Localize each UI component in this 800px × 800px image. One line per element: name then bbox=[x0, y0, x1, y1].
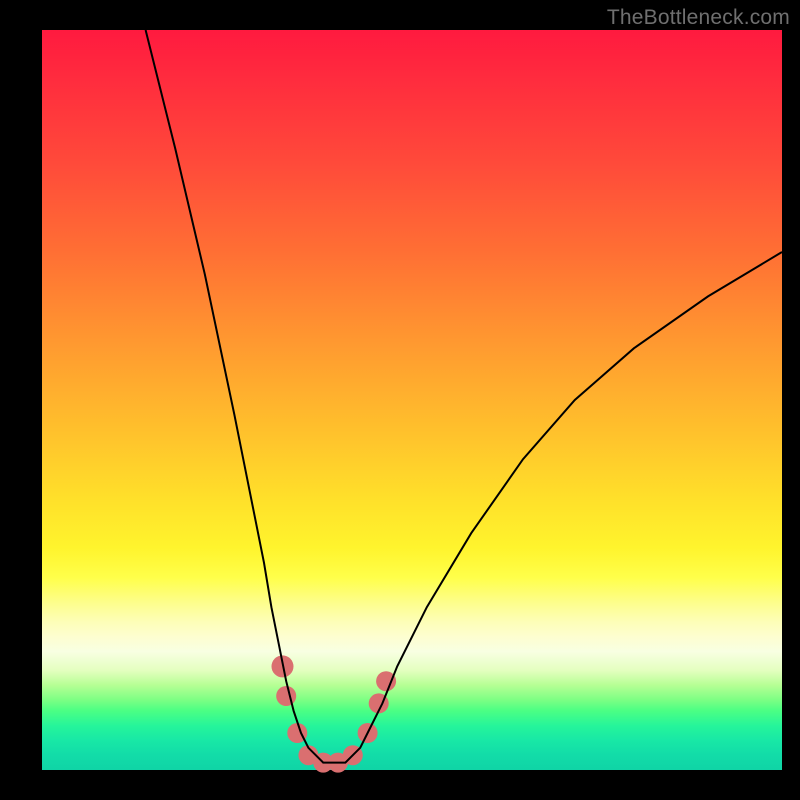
watermark-text: TheBottleneck.com bbox=[607, 6, 790, 30]
chart-line bbox=[146, 30, 782, 763]
chart-marker bbox=[276, 686, 296, 706]
chart-svg bbox=[42, 30, 782, 770]
chart-frame: TheBottleneck.com bbox=[0, 0, 800, 800]
